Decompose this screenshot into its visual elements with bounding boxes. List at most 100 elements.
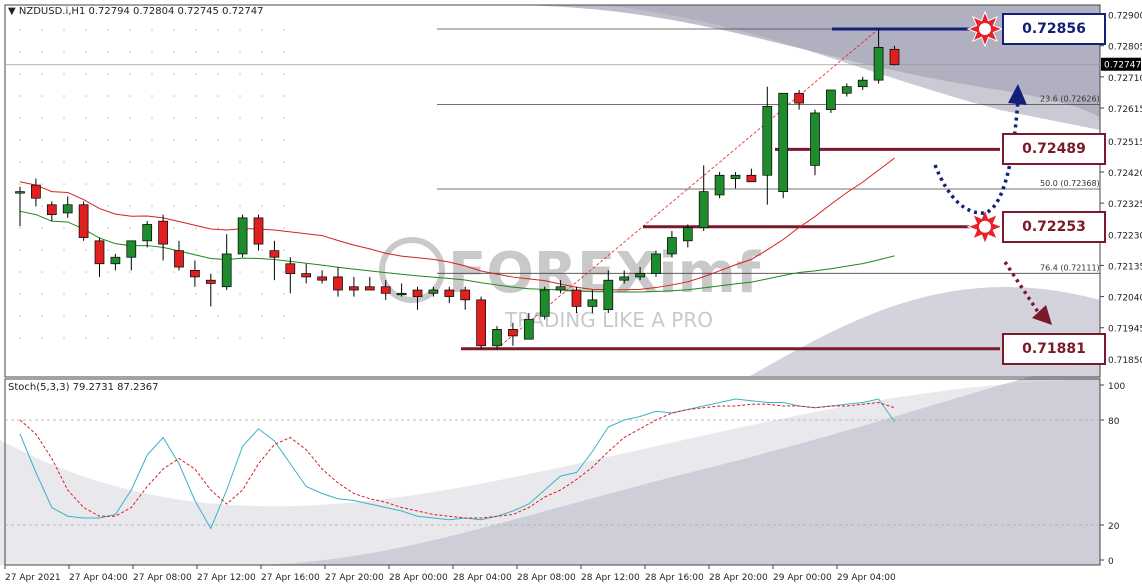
- candle-body: [333, 276, 343, 291]
- grid-dot: [63, 315, 65, 317]
- candle-body: [810, 112, 820, 166]
- grid-dot: [173, 227, 175, 229]
- candle-body: [142, 224, 153, 242]
- candle-body: [857, 79, 868, 88]
- grid-dot: [195, 337, 197, 339]
- grid-dot: [85, 337, 87, 339]
- candle-body: [873, 47, 884, 81]
- grid-dot: [283, 73, 285, 75]
- grid-dot: [173, 29, 175, 31]
- grid-dot: [261, 51, 263, 53]
- grid-dot: [151, 205, 153, 207]
- y-tick-label: 0.72710: [1108, 74, 1142, 84]
- symbol-quote: NZDUSD.i,H1 0.72794 0.72804 0.72745 0.72…: [18, 6, 264, 17]
- candle-body: [778, 92, 789, 192]
- grid-dot: [85, 29, 87, 31]
- grid-dot: [85, 315, 87, 317]
- grid-dot: [19, 271, 21, 273]
- candle-body: [221, 253, 232, 288]
- grid-dot: [19, 161, 21, 163]
- grid-dot: [217, 73, 219, 75]
- grid-dot: [85, 95, 87, 97]
- candle-body: [667, 237, 677, 255]
- grid-dot: [217, 227, 219, 229]
- grid-dot: [63, 29, 65, 31]
- grid-dot: [173, 95, 175, 97]
- candle-body: [126, 240, 137, 258]
- grid-dot: [195, 161, 197, 163]
- grid-dot: [107, 249, 109, 251]
- y-tick-label: 0.71945: [1108, 325, 1142, 335]
- grid-dot: [173, 161, 175, 163]
- candle-body: [94, 240, 105, 265]
- grid-dot: [107, 337, 109, 339]
- fib-label: 23.6 (0.72626): [1040, 94, 1100, 103]
- grid-dot: [217, 315, 219, 317]
- grid-dot: [63, 161, 65, 163]
- candle-body: [253, 217, 264, 245]
- candle-body: [364, 286, 375, 291]
- grid-dot: [239, 161, 241, 163]
- grid-dot: [173, 315, 175, 317]
- grid-dot: [239, 51, 241, 53]
- candle-body: [46, 204, 57, 215]
- grid-dot: [85, 51, 87, 53]
- x-tick-label: 28 Apr 12:00: [581, 573, 640, 583]
- grid-dot: [63, 73, 65, 75]
- x-tick-label: 27 Apr 16:00: [261, 573, 320, 583]
- candle-body: [619, 276, 630, 281]
- grid-dot: [261, 73, 263, 75]
- level-box: 0.72489: [1002, 133, 1106, 166]
- grid-dot: [261, 161, 263, 163]
- grid-dot: [283, 337, 285, 339]
- candle-body: [762, 106, 773, 176]
- grid-dot: [107, 205, 109, 207]
- candle-body: [492, 329, 502, 347]
- grid-dot: [129, 205, 131, 207]
- y-tick-label: 0.72615: [1108, 105, 1142, 115]
- grid-dot: [107, 29, 109, 31]
- stochastic-label: Stoch(5,3,3) 79.2731 87.2367: [8, 382, 159, 393]
- starburst-core: [979, 22, 991, 35]
- grid-dot: [283, 117, 285, 119]
- candle-body: [571, 289, 582, 307]
- y-tick-label: 0.72805: [1108, 43, 1142, 53]
- grid-dot: [85, 271, 87, 273]
- grid-dot: [217, 183, 219, 185]
- grid-dot: [19, 293, 21, 295]
- grid-dot: [19, 249, 21, 251]
- grid-dot: [107, 139, 109, 141]
- grid-dot: [173, 183, 175, 185]
- grid-dot: [195, 139, 197, 141]
- grid-dot: [19, 315, 21, 317]
- candle-body: [460, 289, 471, 301]
- candle-body: [841, 86, 852, 94]
- grid-dot: [19, 95, 21, 97]
- candle-body: [301, 273, 312, 278]
- candle-body: [889, 48, 900, 66]
- grid-dot: [63, 293, 65, 295]
- starburst-core: [979, 220, 991, 233]
- grid-dot: [173, 117, 175, 119]
- dropdown-triangle-icon[interactable]: ▼: [8, 6, 16, 17]
- grid-dot: [217, 271, 219, 273]
- grid-dot: [107, 293, 109, 295]
- grid-dot: [239, 315, 241, 317]
- stoch-tick-label: 20: [1108, 522, 1120, 532]
- price-chart[interactable]: FOREXimf TRADING LIKE A PRO 23.6 (0.7262…: [0, 0, 1142, 588]
- candle-body: [412, 289, 423, 297]
- x-tick-label: 27 Apr 04:00: [69, 573, 128, 583]
- grid-dot: [63, 51, 65, 53]
- grid-dot: [41, 293, 43, 295]
- candle-body: [508, 329, 518, 337]
- grid-dot: [85, 139, 87, 141]
- grid-dot: [261, 205, 263, 207]
- candle-body: [587, 299, 598, 307]
- grid-dot: [151, 29, 153, 31]
- grid-dot: [283, 271, 285, 273]
- grid-dot: [217, 95, 219, 97]
- candle-body: [730, 174, 741, 179]
- grid-dot: [239, 29, 241, 31]
- grid-dot: [129, 51, 131, 53]
- grid-dot: [85, 73, 87, 75]
